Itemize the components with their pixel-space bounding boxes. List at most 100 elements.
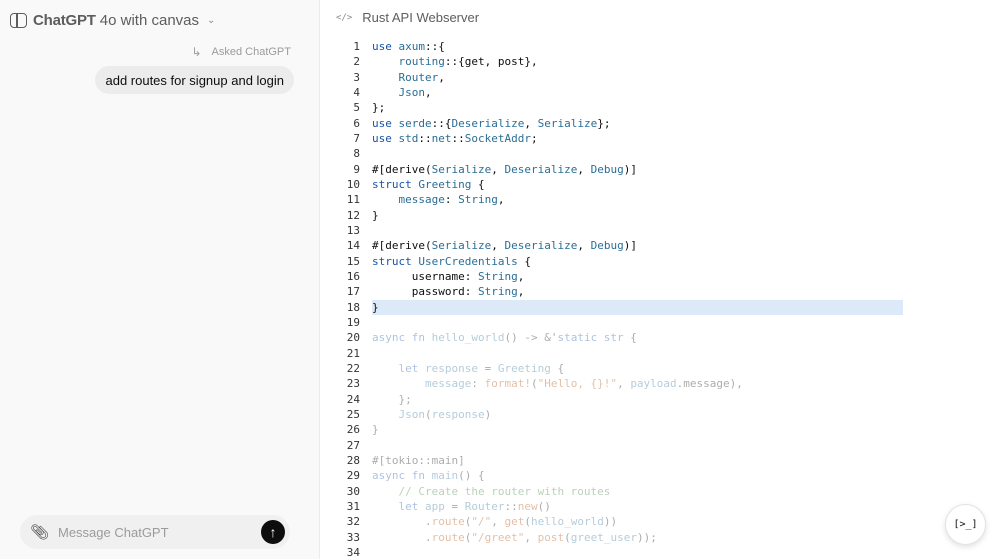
- canvas-title: Rust API Webserver: [362, 10, 480, 25]
- line-number: 14: [346, 239, 360, 253]
- code-text: routing::{get, post},: [398, 55, 538, 69]
- paperclip-icon[interactable]: 📎︎: [30, 523, 58, 541]
- canvas-tools-button[interactable]: [>_]: [945, 504, 986, 545]
- code-text: async fn hello_world() -> &'static str {: [372, 331, 637, 345]
- reply-arrow-icon: ↳: [191, 45, 202, 59]
- line-number: 29: [346, 469, 360, 483]
- code-text: };: [372, 392, 412, 406]
- message-input[interactable]: [58, 524, 261, 540]
- user-message-bubble: add routes for signup and login: [95, 66, 294, 94]
- code-line[interactable]: 28 #[tokio::main]: [320, 453, 1000, 468]
- code-text: username: String,: [372, 269, 525, 283]
- sidebar-toggle-icon[interactable]: [10, 12, 27, 28]
- code-line[interactable]: 19: [320, 315, 1000, 330]
- code-editor[interactable]: 1 use axum::{2 routing::{get, post}, 3 Rou…: [320, 39, 1000, 559]
- code-line[interactable]: 3 Router,: [320, 70, 1000, 85]
- code-line[interactable]: 16 username: String,: [320, 269, 1000, 284]
- line-number: 11: [346, 193, 360, 207]
- code-line[interactable]: 1 use axum::{: [320, 39, 1000, 54]
- line-number: 6: [353, 116, 360, 130]
- line-number: 22: [346, 361, 360, 375]
- canvas-title-bar: </> Rust API Webserver: [336, 10, 479, 25]
- line-number: 17: [346, 285, 360, 299]
- line-number: 34: [346, 545, 360, 559]
- code-line[interactable]: 27: [320, 438, 1000, 453]
- code-line[interactable]: 4 Json,: [320, 85, 1000, 100]
- code-text: let response = Greeting {: [398, 361, 565, 375]
- code-text: async fn main() {: [372, 469, 485, 483]
- code-line[interactable]: 32 .route("/", get(hello_world)): [320, 514, 1000, 529]
- code-line[interactable]: 7 use std::net::SocketAddr;: [320, 131, 1000, 146]
- line-number: 10: [346, 177, 360, 191]
- line-number: 2: [353, 55, 360, 69]
- code-text: // Create the router with routes: [398, 484, 611, 498]
- code-line[interactable]: 12}: [320, 208, 1000, 223]
- line-number: 12: [346, 208, 360, 222]
- chevron-down-icon[interactable]: ⌄: [207, 15, 215, 26]
- code-line[interactable]: 2 routing::{get, post},: [320, 54, 1000, 69]
- code-line[interactable]: 21: [320, 346, 1000, 361]
- line-number: 32: [346, 515, 360, 529]
- line-number: 28: [346, 453, 360, 467]
- chat-header: ChatGPT 4o with canvas ⌄: [10, 10, 215, 30]
- code-text: Router,: [398, 70, 445, 84]
- code-line[interactable]: 22 let response = Greeting {: [320, 361, 1000, 376]
- line-number: 5: [353, 101, 360, 115]
- code-line[interactable]: 26}: [320, 422, 1000, 437]
- line-number: 16: [346, 269, 360, 283]
- line-number: 33: [346, 530, 360, 544]
- line-number: 21: [346, 346, 360, 360]
- code-text: struct UserCredentials {: [372, 254, 531, 268]
- arrow-up-icon: ↑: [269, 524, 277, 540]
- code-line[interactable]: 33 .route("/greet", post(greet_user));: [320, 530, 1000, 545]
- line-number: 15: [346, 254, 360, 268]
- code-line[interactable]: 20 async fn hello_world() -> &'static str…: [320, 330, 1000, 345]
- code-text: message: String,: [398, 193, 505, 207]
- code-line[interactable]: 6 use serde::{Deserialize, Serialize};: [320, 116, 1000, 131]
- code-text: Json(response): [398, 407, 492, 421]
- code-text: #[derive(Serialize, Deserialize, Debug)]: [372, 162, 637, 176]
- code-text: use axum::{: [372, 40, 445, 53]
- code-text: let app = Router::new(): [398, 499, 551, 513]
- line-number: 7: [353, 131, 360, 145]
- code-text: struct Greeting {: [372, 177, 485, 191]
- line-number: 26: [346, 423, 360, 437]
- canvas-panel: </> Rust API Webserver 1 use axum::{2 rou…: [320, 0, 1000, 559]
- code-line[interactable]: 29 async fn main() {: [320, 468, 1000, 483]
- code-text: }: [372, 300, 379, 314]
- line-number: 13: [346, 223, 360, 237]
- line-number: 3: [353, 70, 360, 84]
- code-line[interactable]: 15 struct UserCredentials {: [320, 254, 1000, 269]
- model-name[interactable]: ChatGPT: [33, 12, 96, 29]
- code-line[interactable]: 5};: [320, 100, 1000, 115]
- code-line[interactable]: 10 struct Greeting {: [320, 177, 1000, 192]
- line-number: 1: [353, 40, 360, 53]
- model-variant[interactable]: 4o with canvas: [100, 12, 199, 29]
- code-line[interactable]: 13: [320, 223, 1000, 238]
- code-text: };: [372, 101, 386, 115]
- line-number: 8: [353, 147, 360, 161]
- code-line[interactable]: 8: [320, 146, 1000, 161]
- code-line[interactable]: 11 message: String,: [320, 192, 1000, 207]
- code-text: }: [372, 208, 379, 222]
- send-button[interactable]: ↑: [261, 520, 285, 544]
- code-line[interactable]: 25 Json(response): [320, 407, 1000, 422]
- code-text: Json,: [398, 85, 432, 99]
- terminal-icon: [>_]: [953, 519, 978, 530]
- code-line[interactable]: 34: [320, 545, 1000, 559]
- code-line[interactable]: 9 #[derive(Serialize, Deserialize, Debug)…: [320, 162, 1000, 177]
- asked-text: Asked ChatGPT: [211, 46, 291, 58]
- code-line[interactable]: 18}: [320, 299, 1000, 316]
- code-icon: </>: [336, 12, 353, 23]
- code-line[interactable]: 24 };: [320, 392, 1000, 407]
- code-line[interactable]: 17 password: String,: [320, 284, 1000, 299]
- line-number: 27: [346, 438, 360, 452]
- code-line[interactable]: 14 #[derive(Serialize, Deserialize, Debug…: [320, 238, 1000, 253]
- code-text: use serde::{Deserialize, Serialize};: [372, 116, 611, 130]
- code-line[interactable]: 23 message: format!("Hello, {}!", payloa…: [320, 376, 1000, 391]
- line-number: 9: [353, 162, 360, 176]
- code-text: message: format!("Hello, {}!", payload.m…: [424, 377, 743, 391]
- code-text: .route("/greet", post(greet_user));: [372, 530, 657, 544]
- code-line[interactable]: 31 let app = Router::new(): [320, 499, 1000, 514]
- code-line[interactable]: 30 // Create the router with routes: [320, 484, 1000, 499]
